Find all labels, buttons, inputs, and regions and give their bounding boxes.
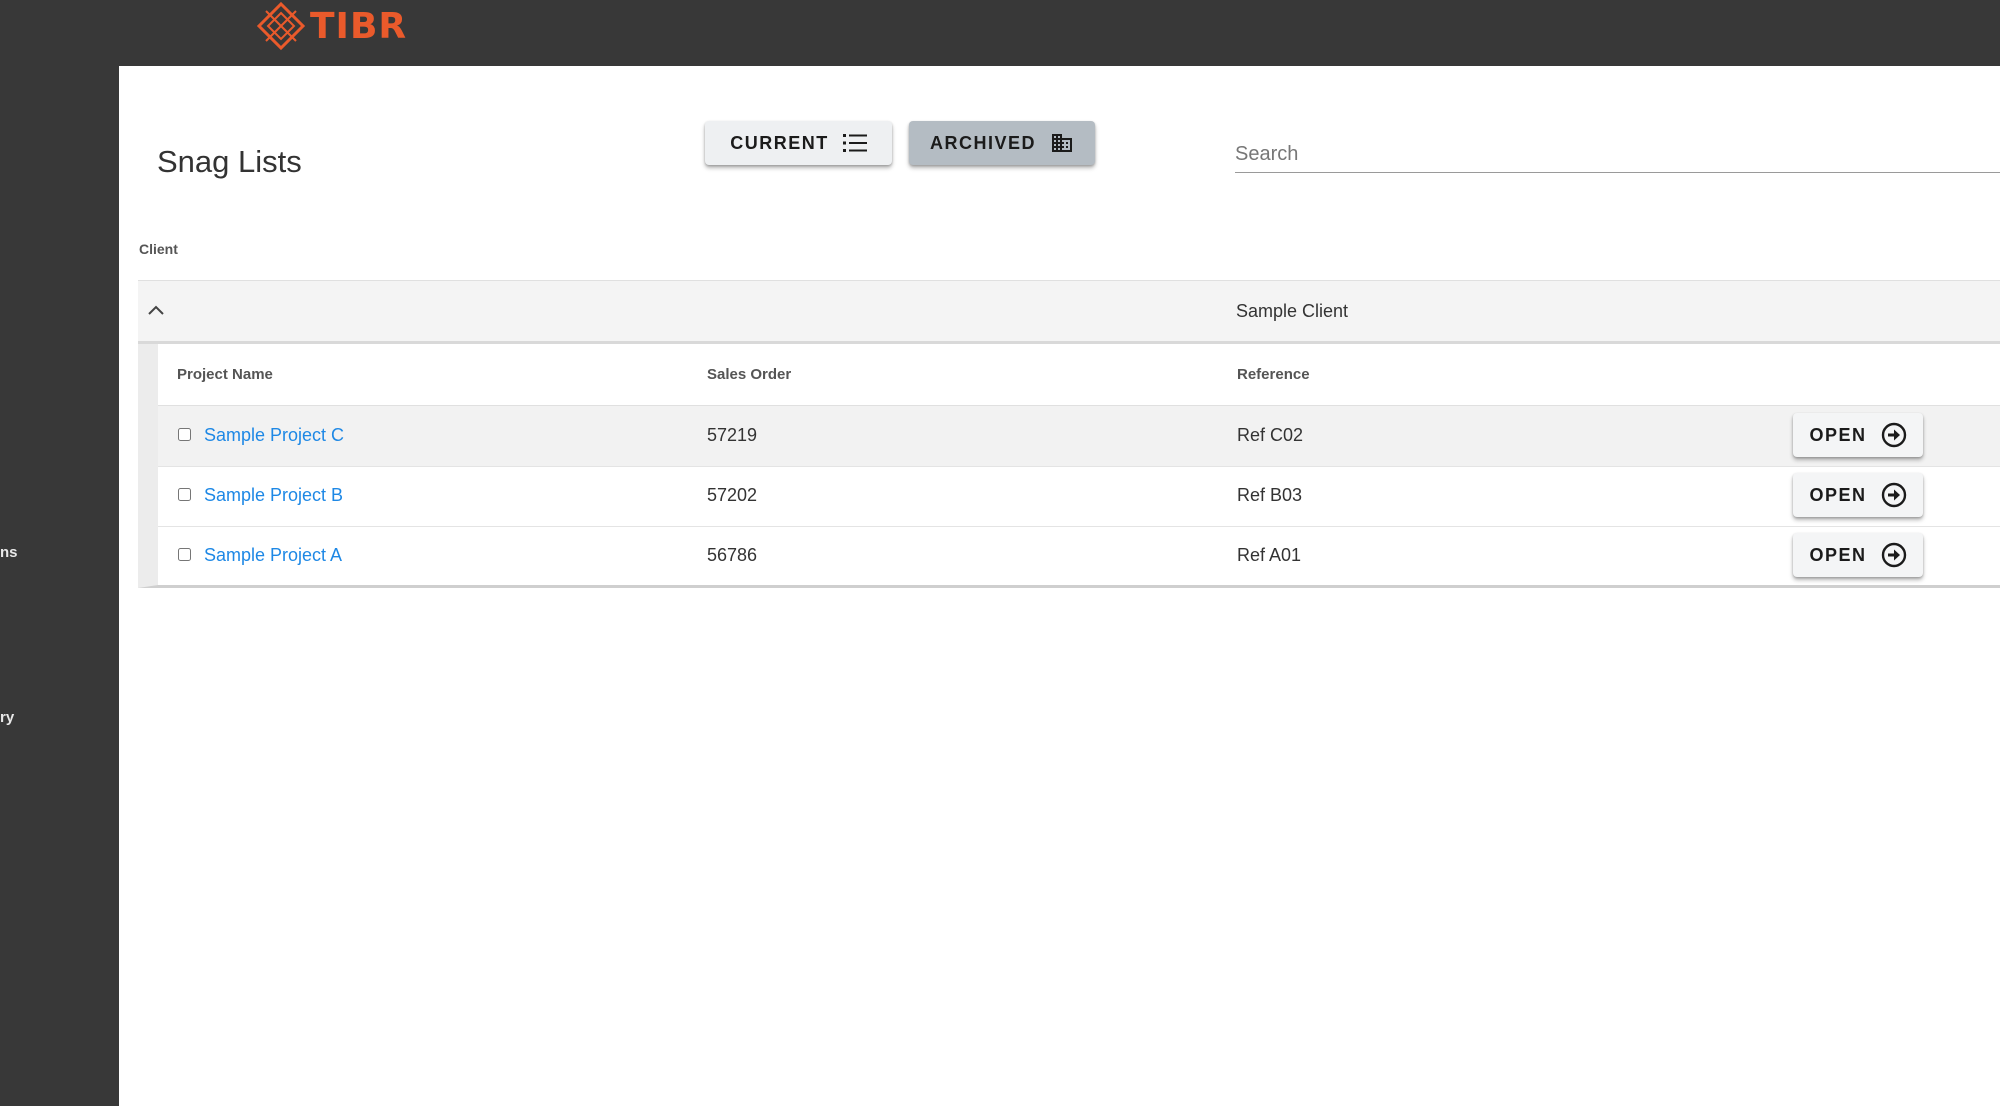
sales-order-cell: 57219 <box>707 425 758 445</box>
top-app-bar: TIBR <box>0 0 2000 66</box>
table-header: Project Name Sales Order Reference <box>158 344 2000 406</box>
reference-cell: Ref B03 <box>1237 485 1303 505</box>
logo-mark-icon <box>256 1 306 51</box>
open-button[interactable]: OPEN <box>1793 413 1923 457</box>
group-by-header[interactable]: Client <box>139 241 178 257</box>
main-content: Snag Lists CURRENT ARCHIVED Client Sampl… <box>119 66 2000 1106</box>
search-input[interactable] <box>1235 136 2000 173</box>
open-button[interactable]: OPEN <box>1793 473 1923 517</box>
project-link[interactable]: Sample Project A <box>204 545 342 566</box>
sales-order-cell: 56786 <box>707 545 758 565</box>
column-header-reference[interactable]: Reference <box>1237 366 1310 383</box>
list-icon <box>842 134 867 152</box>
open-button-label: OPEN <box>1809 424 1867 445</box>
sales-order-cell: 57202 <box>707 485 758 505</box>
arrow-circle-right-icon <box>1881 422 1906 448</box>
project-link[interactable]: Sample Project C <box>204 425 344 446</box>
table-row[interactable]: Sample Project A 56786 Ref A01 OPEN <box>158 526 2000 586</box>
projects-table: Project Name Sales Order Reference Sampl… <box>138 344 2000 588</box>
app-logo[interactable]: TIBR <box>256 1 408 51</box>
archived-button[interactable]: ARCHIVED <box>909 121 1095 165</box>
reference-cell: Ref C02 <box>1237 425 1304 445</box>
arrow-circle-right-icon <box>1881 542 1906 568</box>
row-checkbox[interactable] <box>178 428 191 441</box>
sidebar: ns ry <box>0 66 119 1106</box>
column-header-sales-order[interactable]: Sales Order <box>707 366 791 383</box>
logo-text: TIBR <box>310 5 408 47</box>
row-checkbox[interactable] <box>178 548 191 561</box>
sidebar-item[interactable]: ns <box>0 544 18 561</box>
building-icon <box>1052 134 1072 152</box>
row-checkbox[interactable] <box>178 488 191 501</box>
client-group-row[interactable]: Sample Client <box>138 281 2000 344</box>
project-link[interactable]: Sample Project B <box>204 485 343 506</box>
open-button-label: OPEN <box>1809 484 1867 505</box>
sidebar-item[interactable]: ry <box>0 709 14 726</box>
current-button-label: CURRENT <box>730 132 829 153</box>
arrow-circle-right-icon <box>1881 482 1906 508</box>
archived-button-label: ARCHIVED <box>929 132 1036 153</box>
reference-cell: Ref A01 <box>1237 545 1302 565</box>
open-button-label: OPEN <box>1809 544 1867 565</box>
column-header-project-name[interactable]: Project Name <box>177 366 273 383</box>
open-button[interactable]: OPEN <box>1793 533 1923 577</box>
page-title: Snag Lists <box>157 144 302 179</box>
table-row[interactable]: Sample Project B 57202 Ref B03 OPEN <box>158 466 2000 527</box>
table-row[interactable]: Sample Project C 57219 Ref C02 OPEN <box>158 406 2000 467</box>
current-button[interactable]: CURRENT <box>705 121 892 165</box>
client-group-label: Sample Client <box>1236 301 1349 321</box>
chevron-up-icon[interactable] <box>147 303 165 317</box>
